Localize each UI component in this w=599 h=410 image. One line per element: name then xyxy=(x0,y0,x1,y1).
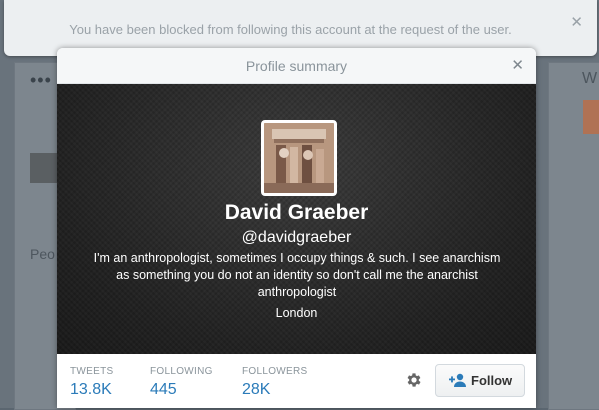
add-user-icon xyxy=(449,373,466,387)
notification-message: You have been blocked from following thi… xyxy=(69,22,512,37)
background-thumbnail xyxy=(30,153,60,183)
avatar[interactable] xyxy=(261,120,337,196)
close-icon[interactable]: ✕ xyxy=(511,56,524,74)
profile-location: London xyxy=(275,306,318,320)
stat-value: 28K xyxy=(242,381,271,398)
profile-handle: @davidgraeber xyxy=(241,229,352,246)
stat-value: 13.8K xyxy=(70,381,112,398)
dialog-title: Profile summary xyxy=(245,58,348,74)
stat-value: 445 xyxy=(150,381,177,398)
avatar-image xyxy=(264,123,334,193)
profile-name[interactable]: David Graeber xyxy=(57,201,536,225)
stat-label: TWEETS xyxy=(70,366,114,377)
follow-button[interactable]: Follow xyxy=(435,364,525,397)
close-icon[interactable]: ✕ xyxy=(570,13,583,31)
gear-icon[interactable] xyxy=(405,371,423,389)
profile-summary-dialog: Profile summary ✕ David Graeber @davidgr… xyxy=(57,48,536,408)
background-avatar xyxy=(583,100,599,134)
stat-tweets[interactable]: TWEETS 13.8K xyxy=(70,366,113,399)
stat-followers[interactable]: FOLLOWERS 28K xyxy=(242,366,308,399)
dialog-header: Profile summary ✕ xyxy=(57,48,536,84)
stat-label: FOLLOWING xyxy=(150,366,213,377)
background-text-fragment-w: W xyxy=(582,70,598,87)
profile-stats-bar: TWEETS 13.8K FOLLOWING 445 FOLLOWERS 28K… xyxy=(57,354,536,408)
background-more-icon: ••• xyxy=(30,70,52,90)
stat-following[interactable]: FOLLOWING 445 xyxy=(150,366,213,399)
follow-button-label: Follow xyxy=(471,373,513,388)
profile-header: David Graeber @davidgraeber I'm an anthr… xyxy=(57,84,536,354)
stat-label: FOLLOWERS xyxy=(242,366,308,377)
background-text-fragment: Peo xyxy=(30,246,55,262)
profile-bio: I'm an anthropologist, sometimes I occup… xyxy=(93,251,501,299)
